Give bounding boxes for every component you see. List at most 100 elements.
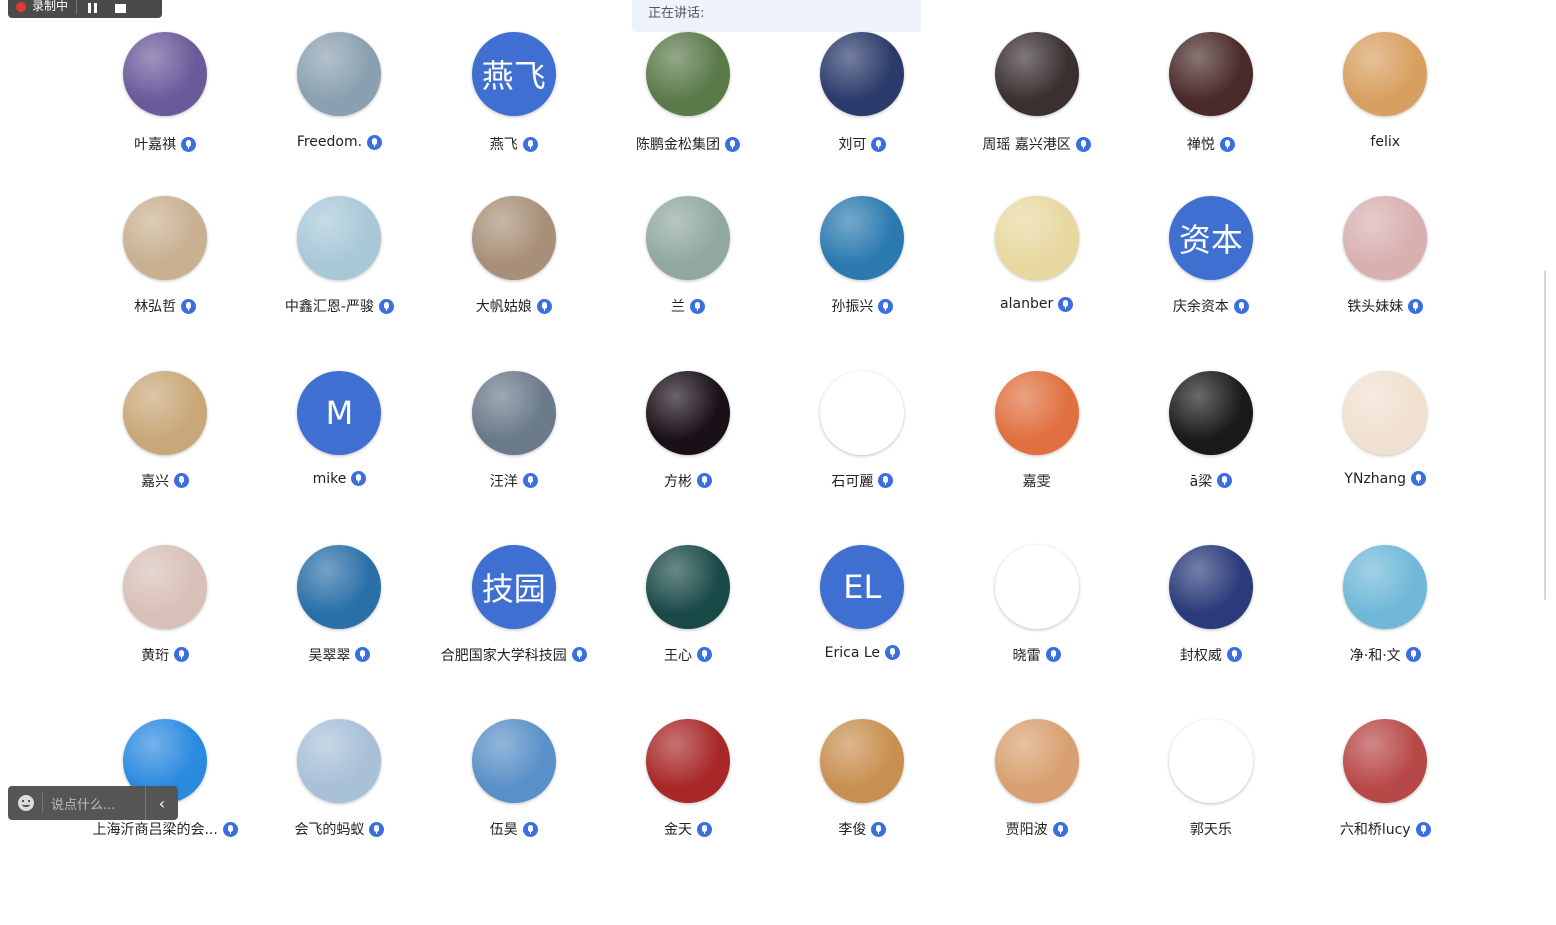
participant-name: 封权威 <box>1179 647 1222 664</box>
avatar[interactable] <box>994 32 1079 116</box>
avatar[interactable] <box>1168 719 1253 804</box>
participant-name: Erica Le <box>824 644 881 661</box>
participant-name-row: mike <box>313 471 367 487</box>
avatar[interactable] <box>1168 32 1253 116</box>
participant-name-row: felix <box>1370 134 1400 150</box>
microphone-icon <box>355 647 371 663</box>
participant-name-row: 会飞的蚂蚁 <box>294 819 385 839</box>
avatar[interactable] <box>994 544 1079 629</box>
pause-recording-button[interactable] <box>85 2 99 14</box>
avatar[interactable] <box>820 370 905 455</box>
participant-name: 李俊 <box>838 822 867 839</box>
participant-name-row: 汪洋 <box>490 471 538 491</box>
avatar[interactable] <box>646 32 731 116</box>
chevron-left-icon: ‹ <box>158 793 166 813</box>
avatar[interactable]: EL <box>820 544 905 629</box>
avatar[interactable]: 燕飞 <box>471 32 556 116</box>
participant-tile[interactable]: 贾阳波 <box>949 719 1123 925</box>
pause-icon <box>87 3 97 13</box>
avatar[interactable] <box>994 196 1079 281</box>
participant-name-row: 林弘哲 <box>134 296 197 316</box>
avatar[interactable] <box>123 370 208 455</box>
participant-tile[interactable]: 郭天乐 <box>1124 719 1298 925</box>
microphone-icon <box>1233 298 1249 314</box>
microphone-icon <box>1217 473 1233 489</box>
chat-placeholder[interactable]: 说点什么... <box>51 794 115 813</box>
participant-name: 禅悦 <box>1186 137 1215 153</box>
stop-recording-button[interactable] <box>113 2 127 14</box>
avatar[interactable] <box>471 196 556 281</box>
avatar[interactable] <box>994 370 1079 455</box>
participant-name: 合肥国家大学科技园 <box>440 647 567 664</box>
avatar[interactable] <box>1168 370 1253 455</box>
avatar[interactable] <box>123 544 208 629</box>
participant-name-row: 吴翠翠 <box>308 645 371 665</box>
participant-name-row: 净·和·文 <box>1350 645 1421 665</box>
participant-tile[interactable]: 伍昊 <box>427 719 601 925</box>
avatar[interactable] <box>297 719 382 804</box>
avatar[interactable] <box>1343 370 1428 455</box>
participant-name-row: 黄珩 <box>141 645 190 665</box>
avatar[interactable] <box>123 196 208 281</box>
avatar[interactable] <box>297 196 382 281</box>
participant-name-row: 叶嘉祺 <box>134 134 197 154</box>
avatar[interactable]: M <box>297 370 382 455</box>
participant-name: Freedom. <box>296 134 363 150</box>
participant-tile[interactable]: 会飞的蚂蚁 <box>252 719 426 925</box>
avatar[interactable] <box>646 196 731 281</box>
avatar[interactable] <box>820 32 905 116</box>
avatar[interactable] <box>471 719 556 804</box>
participant-name-row: 周瑶 嘉兴港区 <box>982 134 1091 154</box>
participant-tile[interactable]: 李俊 <box>775 719 949 925</box>
participant-name: mike <box>312 470 347 487</box>
avatar[interactable] <box>1343 32 1428 116</box>
avatar[interactable] <box>123 32 208 116</box>
participant-name-row: 金天 <box>664 819 713 839</box>
avatar[interactable] <box>297 544 382 629</box>
avatar[interactable] <box>1343 196 1428 281</box>
microphone-icon <box>1408 298 1424 314</box>
participant-tile[interactable]: 金天 <box>601 719 775 925</box>
participant-name: 嘉兴 <box>141 473 170 490</box>
participant-name: 晓雷 <box>1012 647 1041 664</box>
participant-name: 石可麗 <box>831 473 874 490</box>
participant-name-row: 孙振兴 <box>831 296 894 316</box>
participant-name: 会飞的蚂蚁 <box>294 822 365 839</box>
scrollbar[interactable] <box>1544 270 1546 600</box>
avatar[interactable] <box>994 719 1079 804</box>
avatar[interactable]: 资本 <box>1168 196 1253 281</box>
avatar[interactable] <box>646 719 731 804</box>
chat-input-bar[interactable]: 说点什么... ‹ <box>8 786 178 820</box>
participant-tile[interactable]: 六和桥lucy <box>1298 719 1472 925</box>
participant-name-row: 刘可 <box>838 134 887 154</box>
participant-name-row: Freedom. <box>296 134 383 150</box>
avatar[interactable] <box>646 370 731 455</box>
avatar[interactable] <box>297 32 382 116</box>
participant-tile[interactable]: 上海沂商吕梁的会... <box>78 719 252 925</box>
avatar[interactable] <box>646 544 731 629</box>
avatar[interactable] <box>1343 719 1428 804</box>
participant-name: 方彬 <box>664 473 693 490</box>
avatar[interactable] <box>1343 544 1428 629</box>
microphone-icon <box>522 136 538 152</box>
microphone-icon <box>181 136 197 152</box>
emoji-icon[interactable] <box>18 795 34 811</box>
participant-name: 周瑶 嘉兴港区 <box>982 137 1071 153</box>
participant-name: alanber <box>1000 296 1054 313</box>
avatar[interactable] <box>820 719 905 804</box>
participant-name: 孙振兴 <box>831 299 874 316</box>
participant-name-row: 六和桥lucy <box>1340 819 1431 839</box>
participant-name-row: YNzhang <box>1344 471 1427 487</box>
microphone-icon <box>571 647 587 663</box>
participant-name-row: 铁头妹妹 <box>1347 296 1424 316</box>
microphone-icon <box>878 298 894 314</box>
microphone-icon <box>697 473 713 489</box>
participant-name: 中鑫汇恩-严骏 <box>284 299 374 316</box>
avatar[interactable] <box>1168 544 1253 629</box>
avatar[interactable] <box>820 196 905 281</box>
avatar[interactable]: 技园 <box>471 544 556 629</box>
avatar[interactable] <box>471 370 556 455</box>
collapse-chat-button[interactable]: ‹ <box>145 786 178 820</box>
microphone-icon <box>222 821 238 837</box>
participant-name-row: 石可麗 <box>831 471 894 491</box>
